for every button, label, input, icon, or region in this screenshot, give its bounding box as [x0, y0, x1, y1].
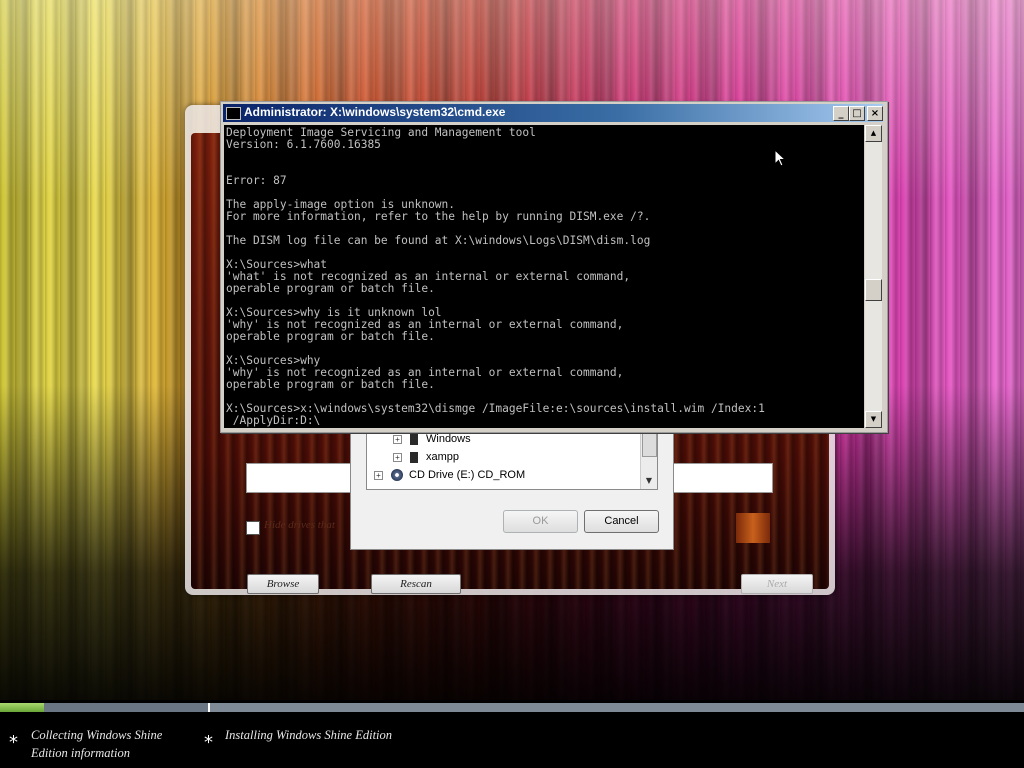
expand-icon[interactable]: +	[393, 434, 402, 444]
tree-item-xampp[interactable]: + xampp	[393, 451, 459, 463]
tree-item-windows[interactable]: + Windows	[393, 433, 471, 445]
decorative-panel	[736, 513, 770, 543]
console-output[interactable]: Deployment Image Servicing and Managemen…	[224, 125, 864, 428]
tree-scrollbar[interactable]: ▼	[640, 427, 657, 489]
tree-item-label: CD Drive (E:) CD_ROM	[409, 469, 526, 481]
hide-drives-checkbox[interactable]	[246, 521, 260, 535]
expand-icon[interactable]: +	[393, 452, 402, 462]
console-text: Deployment Image Servicing and Managemen…	[226, 126, 765, 427]
minimize-button[interactable]: _	[833, 106, 849, 121]
current-step-icon: *	[9, 732, 18, 753]
console-icon[interactable]	[226, 107, 241, 120]
scroll-up-icon[interactable]: ▲	[865, 125, 882, 142]
cancel-button[interactable]: Cancel	[584, 510, 659, 533]
cmd-titlebar[interactable]: Administrator: X:\windows\system32\cmd.e…	[223, 104, 883, 122]
next-button[interactable]: Next	[741, 574, 813, 594]
tree-item-cd-drive[interactable]: + CD Drive (E:) CD_ROM	[374, 469, 526, 482]
progress-step-segment	[0, 703, 210, 712]
browse-button[interactable]: Browse	[247, 574, 319, 594]
cd-drive-icon	[391, 469, 403, 482]
scrollbar-thumb[interactable]	[865, 279, 882, 301]
mouse-cursor-icon	[775, 150, 787, 167]
next-step-icon: *	[204, 732, 213, 753]
ok-button[interactable]: OK	[503, 510, 578, 533]
console-scrollbar[interactable]: ▲ ▼	[865, 125, 882, 428]
close-button[interactable]: ×	[867, 106, 883, 121]
progress-bar	[0, 703, 1024, 712]
window-title: Administrator: X:\windows\system32\cmd.e…	[244, 105, 506, 119]
rescan-button[interactable]: Rescan	[371, 574, 461, 594]
step-installing: Installing Windows Shine Edition	[225, 728, 393, 742]
scrollbar-thumb[interactable]	[642, 433, 657, 457]
cmd-window[interactable]: Administrator: X:\windows\system32\cmd.e…	[220, 101, 888, 433]
folder-icon	[410, 433, 418, 445]
tree-item-label: xampp	[426, 451, 460, 463]
step-collecting-info: Collecting Windows Shine Edition informa…	[31, 728, 163, 760]
tree-item-label: Windows	[426, 433, 471, 445]
expand-icon[interactable]: +	[374, 470, 383, 480]
folder-tree[interactable]: + Windows + xampp + CD Drive (E:) CD_ROM ▼	[366, 426, 658, 490]
hide-drives-label: Hide drives that	[264, 519, 335, 531]
scroll-down-icon[interactable]: ▼	[641, 473, 657, 489]
scroll-down-icon[interactable]: ▼	[865, 411, 882, 428]
maximize-button[interactable]: □	[849, 106, 865, 121]
progress-fill	[0, 703, 44, 712]
folder-icon	[410, 451, 418, 463]
